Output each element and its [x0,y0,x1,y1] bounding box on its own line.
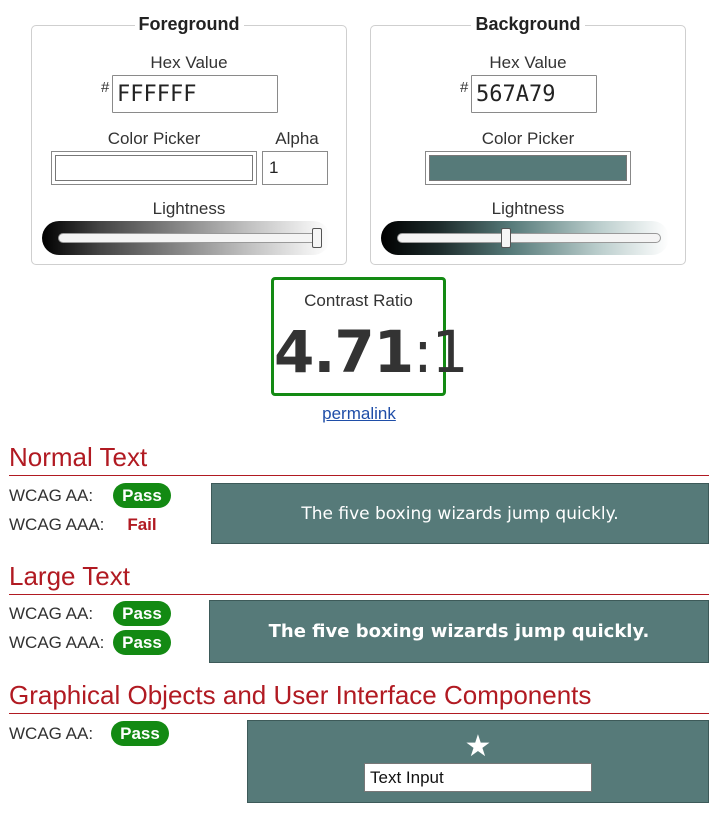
normal-text-rule [9,475,709,476]
fg-lightness-thumb[interactable] [312,228,322,248]
bg-hex-input[interactable] [471,75,597,113]
fg-alpha-label: Alpha [275,129,319,148]
foreground-panel: Foreground Hex Value # Color Picker Alph… [31,14,347,265]
normal-aaa-label: WCAG AAA: [9,515,105,534]
large-text-rule [9,594,709,595]
bg-color-swatch [429,155,627,181]
bg-color-picker[interactable] [425,151,631,185]
star-icon: ★ [464,729,492,764]
bg-lightness-label: Lightness [491,199,565,218]
contrast-ratio-number: 4.71 [274,318,414,386]
background-panel: Background Hex Value # Color Picker Ligh… [370,14,686,265]
normal-text-heading: Normal Text [9,442,148,472]
graphical-aa-pass-badge: Pass [111,721,169,746]
large-text-sample: The five boxing wizards jump quickly. [209,600,709,663]
contrast-ratio-caption: Contrast Ratio [304,291,413,310]
graphical-rule [9,713,709,714]
large-aa-label: WCAG AA: [9,604,94,623]
contrast-ratio-one: 1 [431,318,469,386]
graphical-sample: ★ [247,720,709,803]
normal-aaa-fail-badge: Fail [127,515,157,534]
bg-hash-symbol: # [460,79,469,96]
fg-hash-symbol: # [101,79,110,96]
foreground-legend: Foreground [32,14,346,35]
fg-lightness-slider[interactable] [42,221,330,255]
normal-text-sample: The five boxing wizards jump quickly. [211,483,709,544]
graphical-aa-label: WCAG AA: [9,724,94,743]
fg-lightness-rail [58,233,322,243]
permalink-link[interactable]: permalink [0,404,718,424]
fg-hex-input[interactable] [112,75,278,113]
large-aaa-label: WCAG AAA: [9,633,105,652]
large-aa-pass-badge: Pass [113,601,171,626]
bg-color-picker-label: Color Picker [481,129,575,148]
large-text-heading: Large Text [9,561,130,591]
fg-color-picker-label: Color Picker [107,129,201,148]
fg-alpha-input[interactable] [262,151,328,185]
bg-hex-label: Hex Value [489,53,567,72]
contrast-ratio-box: Contrast Ratio 4.71:1 [271,277,469,396]
normal-aa-pass-badge: Pass [113,483,171,508]
graphical-heading: Graphical Objects and User Interface Com… [9,680,592,710]
fg-hex-label: Hex Value [150,53,228,72]
contrast-ratio-separator: : [413,318,433,386]
bg-lightness-slider[interactable] [381,221,669,255]
contrast-ratio-value: 4.71:1 [274,318,469,386]
sample-text-input[interactable] [364,763,592,792]
normal-aa-label: WCAG AA: [9,486,94,505]
large-aaa-pass-badge: Pass [113,630,171,655]
fg-color-swatch [55,155,253,181]
bg-lightness-rail [397,233,661,243]
background-legend: Background [371,14,685,35]
fg-lightness-label: Lightness [152,199,226,218]
bg-lightness-thumb[interactable] [501,228,512,248]
fg-color-picker[interactable] [51,151,257,185]
